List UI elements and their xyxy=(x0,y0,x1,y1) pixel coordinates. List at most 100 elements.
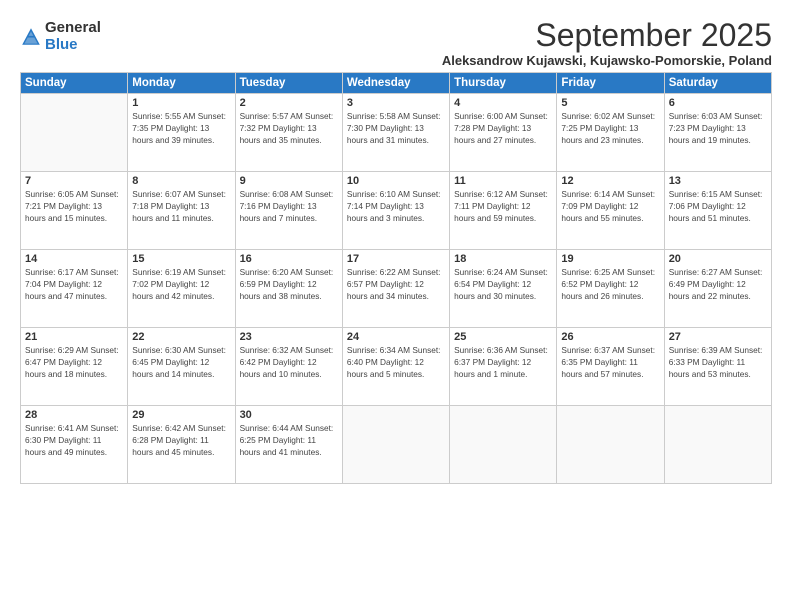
day-cell: 22Sunrise: 6:30 AM Sunset: 6:45 PM Dayli… xyxy=(128,328,235,406)
day-cell: 9Sunrise: 6:08 AM Sunset: 7:16 PM Daylig… xyxy=(235,172,342,250)
day-number: 14 xyxy=(25,253,123,265)
day-cell: 3Sunrise: 5:58 AM Sunset: 7:30 PM Daylig… xyxy=(342,94,449,172)
location-title: Aleksandrow Kujawski, Kujawsko-Pomorskie… xyxy=(442,53,772,68)
col-thursday: Thursday xyxy=(450,73,557,94)
day-number: 1 xyxy=(132,97,230,109)
day-number: 28 xyxy=(25,409,123,421)
week-row-2: 7Sunrise: 6:05 AM Sunset: 7:21 PM Daylig… xyxy=(21,172,772,250)
day-cell: 15Sunrise: 6:19 AM Sunset: 7:02 PM Dayli… xyxy=(128,250,235,328)
day-number: 8 xyxy=(132,175,230,187)
day-info: Sunrise: 6:07 AM Sunset: 7:18 PM Dayligh… xyxy=(132,188,230,224)
day-cell: 7Sunrise: 6:05 AM Sunset: 7:21 PM Daylig… xyxy=(21,172,128,250)
day-number: 26 xyxy=(561,331,659,343)
day-cell: 8Sunrise: 6:07 AM Sunset: 7:18 PM Daylig… xyxy=(128,172,235,250)
day-number: 16 xyxy=(240,253,338,265)
day-number: 25 xyxy=(454,331,552,343)
day-number: 2 xyxy=(240,97,338,109)
day-cell: 12Sunrise: 6:14 AM Sunset: 7:09 PM Dayli… xyxy=(557,172,664,250)
day-info: Sunrise: 6:37 AM Sunset: 6:35 PM Dayligh… xyxy=(561,344,659,380)
day-cell: 26Sunrise: 6:37 AM Sunset: 6:35 PM Dayli… xyxy=(557,328,664,406)
day-info: Sunrise: 6:17 AM Sunset: 7:04 PM Dayligh… xyxy=(25,266,123,302)
header-row: General Blue September 2025 Aleksandrow … xyxy=(20,18,772,68)
logo-blue: Blue xyxy=(45,37,101,54)
day-cell: 2Sunrise: 5:57 AM Sunset: 7:32 PM Daylig… xyxy=(235,94,342,172)
day-cell: 14Sunrise: 6:17 AM Sunset: 7:04 PM Dayli… xyxy=(21,250,128,328)
logo: General Blue xyxy=(20,20,101,53)
day-info: Sunrise: 6:27 AM Sunset: 6:49 PM Dayligh… xyxy=(669,266,767,302)
day-number: 22 xyxy=(132,331,230,343)
day-info: Sunrise: 6:10 AM Sunset: 7:14 PM Dayligh… xyxy=(347,188,445,224)
day-number: 17 xyxy=(347,253,445,265)
day-cell: 10Sunrise: 6:10 AM Sunset: 7:14 PM Dayli… xyxy=(342,172,449,250)
day-number: 15 xyxy=(132,253,230,265)
calendar: Sunday Monday Tuesday Wednesday Thursday… xyxy=(20,72,772,484)
day-info: Sunrise: 6:14 AM Sunset: 7:09 PM Dayligh… xyxy=(561,188,659,224)
page: General Blue September 2025 Aleksandrow … xyxy=(0,0,792,612)
day-number: 18 xyxy=(454,253,552,265)
day-info: Sunrise: 6:39 AM Sunset: 6:33 PM Dayligh… xyxy=(669,344,767,380)
col-monday: Monday xyxy=(128,73,235,94)
day-number: 11 xyxy=(454,175,552,187)
week-row-1: 1Sunrise: 5:55 AM Sunset: 7:35 PM Daylig… xyxy=(21,94,772,172)
day-cell: 21Sunrise: 6:29 AM Sunset: 6:47 PM Dayli… xyxy=(21,328,128,406)
col-friday: Friday xyxy=(557,73,664,94)
day-info: Sunrise: 6:44 AM Sunset: 6:25 PM Dayligh… xyxy=(240,422,338,458)
logo-general: General xyxy=(45,20,101,37)
day-cell: 23Sunrise: 6:32 AM Sunset: 6:42 PM Dayli… xyxy=(235,328,342,406)
day-cell: 16Sunrise: 6:20 AM Sunset: 6:59 PM Dayli… xyxy=(235,250,342,328)
week-row-3: 14Sunrise: 6:17 AM Sunset: 7:04 PM Dayli… xyxy=(21,250,772,328)
day-number: 4 xyxy=(454,97,552,109)
day-info: Sunrise: 6:12 AM Sunset: 7:11 PM Dayligh… xyxy=(454,188,552,224)
day-number: 20 xyxy=(669,253,767,265)
day-cell: 18Sunrise: 6:24 AM Sunset: 6:54 PM Dayli… xyxy=(450,250,557,328)
day-info: Sunrise: 6:22 AM Sunset: 6:57 PM Dayligh… xyxy=(347,266,445,302)
day-cell xyxy=(664,406,771,484)
day-cell xyxy=(557,406,664,484)
day-info: Sunrise: 6:41 AM Sunset: 6:30 PM Dayligh… xyxy=(25,422,123,458)
day-info: Sunrise: 6:36 AM Sunset: 6:37 PM Dayligh… xyxy=(454,344,552,380)
day-number: 12 xyxy=(561,175,659,187)
day-number: 9 xyxy=(240,175,338,187)
day-info: Sunrise: 6:15 AM Sunset: 7:06 PM Dayligh… xyxy=(669,188,767,224)
day-number: 23 xyxy=(240,331,338,343)
day-info: Sunrise: 6:19 AM Sunset: 7:02 PM Dayligh… xyxy=(132,266,230,302)
week-row-4: 21Sunrise: 6:29 AM Sunset: 6:47 PM Dayli… xyxy=(21,328,772,406)
day-info: Sunrise: 6:02 AM Sunset: 7:25 PM Dayligh… xyxy=(561,110,659,146)
day-info: Sunrise: 6:20 AM Sunset: 6:59 PM Dayligh… xyxy=(240,266,338,302)
day-info: Sunrise: 6:08 AM Sunset: 7:16 PM Dayligh… xyxy=(240,188,338,224)
day-number: 13 xyxy=(669,175,767,187)
title-block: September 2025 Aleksandrow Kujawski, Kuj… xyxy=(442,18,772,68)
day-info: Sunrise: 5:55 AM Sunset: 7:35 PM Dayligh… xyxy=(132,110,230,146)
day-cell: 20Sunrise: 6:27 AM Sunset: 6:49 PM Dayli… xyxy=(664,250,771,328)
day-number: 19 xyxy=(561,253,659,265)
day-number: 21 xyxy=(25,331,123,343)
day-number: 6 xyxy=(669,97,767,109)
day-cell: 6Sunrise: 6:03 AM Sunset: 7:23 PM Daylig… xyxy=(664,94,771,172)
day-cell: 29Sunrise: 6:42 AM Sunset: 6:28 PM Dayli… xyxy=(128,406,235,484)
day-cell xyxy=(21,94,128,172)
day-info: Sunrise: 6:24 AM Sunset: 6:54 PM Dayligh… xyxy=(454,266,552,302)
day-number: 10 xyxy=(347,175,445,187)
day-cell xyxy=(342,406,449,484)
day-number: 3 xyxy=(347,97,445,109)
day-cell xyxy=(450,406,557,484)
week-row-5: 28Sunrise: 6:41 AM Sunset: 6:30 PM Dayli… xyxy=(21,406,772,484)
day-info: Sunrise: 6:30 AM Sunset: 6:45 PM Dayligh… xyxy=(132,344,230,380)
day-cell: 27Sunrise: 6:39 AM Sunset: 6:33 PM Dayli… xyxy=(664,328,771,406)
col-saturday: Saturday xyxy=(664,73,771,94)
day-info: Sunrise: 5:57 AM Sunset: 7:32 PM Dayligh… xyxy=(240,110,338,146)
day-cell: 5Sunrise: 6:02 AM Sunset: 7:25 PM Daylig… xyxy=(557,94,664,172)
day-cell: 1Sunrise: 5:55 AM Sunset: 7:35 PM Daylig… xyxy=(128,94,235,172)
day-cell: 13Sunrise: 6:15 AM Sunset: 7:06 PM Dayli… xyxy=(664,172,771,250)
logo-text: General Blue xyxy=(45,20,101,53)
day-number: 5 xyxy=(561,97,659,109)
day-info: Sunrise: 5:58 AM Sunset: 7:30 PM Dayligh… xyxy=(347,110,445,146)
day-number: 29 xyxy=(132,409,230,421)
day-cell: 28Sunrise: 6:41 AM Sunset: 6:30 PM Dayli… xyxy=(21,406,128,484)
logo-icon xyxy=(20,26,42,48)
month-title: September 2025 xyxy=(442,18,772,53)
header-row: Sunday Monday Tuesday Wednesday Thursday… xyxy=(21,73,772,94)
day-info: Sunrise: 6:42 AM Sunset: 6:28 PM Dayligh… xyxy=(132,422,230,458)
day-info: Sunrise: 6:05 AM Sunset: 7:21 PM Dayligh… xyxy=(25,188,123,224)
day-info: Sunrise: 6:32 AM Sunset: 6:42 PM Dayligh… xyxy=(240,344,338,380)
